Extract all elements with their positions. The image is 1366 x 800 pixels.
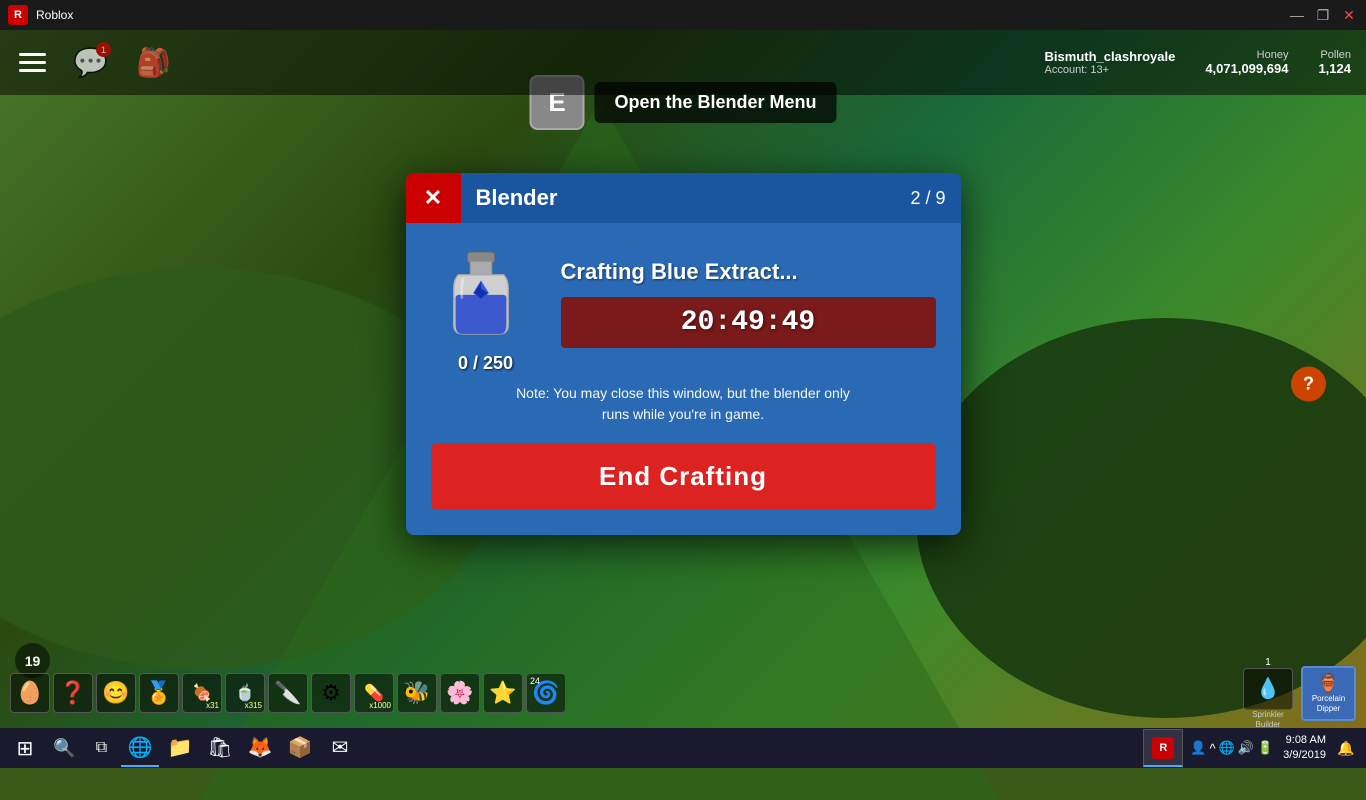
blender-modal: ✕ Blender 2 / 9 [406, 173, 961, 535]
modal-overlay: ✕ Blender 2 / 9 [0, 0, 1366, 768]
modal-header: ✕ Blender 2 / 9 [406, 173, 961, 223]
crafting-title: Crafting Blue Extract... [561, 259, 936, 285]
timer-bar: 20:49:49 [561, 297, 936, 348]
modal-page: 2 / 9 [895, 188, 960, 209]
crafting-row: 0 / 250 Crafting Blue Extract... 20:49:4… [431, 243, 936, 363]
item-count: 0 / 250 [431, 353, 541, 374]
item-image-container: 0 / 250 [431, 243, 541, 363]
blue-extract-icon [431, 243, 531, 343]
crafting-info: Crafting Blue Extract... 20:49:49 [561, 259, 936, 348]
end-crafting-button[interactable]: End Crafting [431, 443, 936, 510]
crafting-note: Note: You may close this window, but the… [431, 383, 936, 425]
modal-title: Blender [461, 185, 896, 211]
timer-text: 20:49:49 [681, 307, 815, 338]
modal-body: 0 / 250 Crafting Blue Extract... 20:49:4… [406, 223, 961, 535]
modal-close-button[interactable]: ✕ [406, 173, 461, 223]
